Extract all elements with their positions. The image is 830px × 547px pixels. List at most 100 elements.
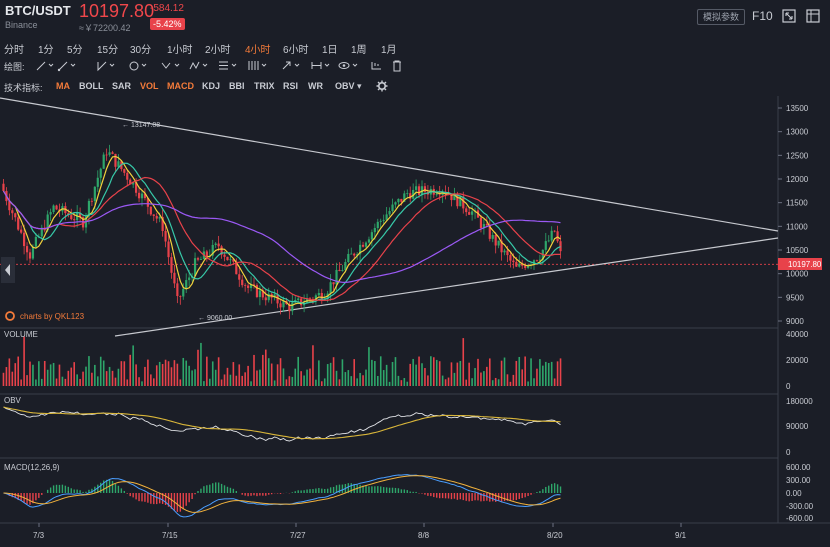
obv-title: OBV [4, 396, 22, 405]
macd-hist-bar [185, 493, 187, 506]
candle-body [31, 246, 35, 259]
indicator-tab-4[interactable]: MACD [167, 81, 194, 91]
candle-body [417, 186, 421, 195]
obv-tick-label: 180000 [786, 397, 813, 406]
period-tab-1[interactable]: 1分 [38, 41, 54, 56]
macd-hist-bar [209, 484, 211, 493]
macd-hist-bar [144, 493, 146, 502]
period-tab-7[interactable]: 4小时 [245, 41, 271, 56]
volume-bar [376, 375, 379, 386]
expand-icon[interactable] [782, 9, 796, 23]
pattern-tool-icon[interactable] [188, 59, 210, 72]
macd-hist-bar [206, 485, 208, 493]
measure-tool-icon[interactable] [310, 59, 332, 72]
header: BTC/USDT Binance 10197.80 ≈￥72200.42 -58… [0, 0, 830, 36]
indicator-tab-7[interactable]: TRIX [254, 81, 275, 91]
screenshot-icon[interactable] [806, 9, 820, 23]
macd-hist-bar [441, 493, 444, 499]
y-tick-label: 11500 [786, 199, 808, 208]
macd-hist-bar [539, 491, 541, 493]
volume-bar [488, 358, 491, 386]
candle-body [217, 243, 220, 247]
last-price-tag-text: 10197.80 [788, 260, 822, 269]
macd-hist-bar [406, 490, 408, 493]
volume-bar [276, 364, 279, 386]
period-tab-4[interactable]: 30分 [130, 41, 151, 56]
candle-body [55, 205, 58, 210]
magnet-tool-icon[interactable] [369, 59, 391, 72]
period-tab-8[interactable]: 6小时 [283, 41, 309, 56]
indicator-tab-9[interactable]: WR [308, 81, 323, 91]
macd-hist-bar [556, 484, 559, 493]
macd-hist-bar [212, 483, 214, 493]
volume-bar [85, 366, 87, 386]
macd-hist-bar [85, 491, 87, 493]
indicator-tab-5[interactable]: KDJ [202, 81, 220, 91]
macd-hist-bar [341, 484, 344, 493]
period-tab-2[interactable]: 5分 [67, 41, 83, 56]
indicator-tab-0[interactable]: MA [56, 81, 70, 91]
pair-title[interactable]: BTC/USDT [5, 3, 71, 18]
macd-hist-bar [438, 493, 441, 499]
ray-tool-icon[interactable] [56, 59, 78, 72]
candle-body [123, 169, 126, 173]
period-tab-11[interactable]: 1月 [381, 41, 397, 56]
volume-bar [194, 369, 196, 386]
candle-body [188, 277, 191, 281]
candle-body [559, 241, 562, 252]
macd-hist-bar [297, 490, 299, 493]
indicator-tab-2[interactable]: SAR [112, 81, 131, 91]
f10-button[interactable]: F10 [752, 9, 773, 23]
kline-chart[interactable]: 13500 13000 12500 12000 11500 11000 10500 10000… [0, 96, 830, 547]
volume-bar [406, 381, 409, 386]
macd-hist-bar [444, 493, 447, 499]
indicator-tab-6[interactable]: BBI [229, 81, 245, 91]
gear-icon[interactable] [376, 80, 388, 92]
channel-tool-icon[interactable] [95, 59, 117, 72]
macd-hist-bar [427, 493, 429, 496]
trash-icon[interactable] [390, 59, 412, 72]
path-tool-icon[interactable] [160, 59, 182, 72]
period-tab-6[interactable]: 2小时 [205, 41, 231, 56]
indicator-tab-10[interactable]: OBV ▾ [335, 81, 362, 92]
period-tab-9[interactable]: 1日 [322, 41, 338, 56]
visibility-tool-icon[interactable] [338, 59, 360, 72]
volume-bar [353, 359, 356, 386]
circle-tool-icon[interactable] [127, 59, 149, 72]
period-tab-0[interactable]: 分时 [4, 41, 24, 56]
volume-bar [438, 361, 441, 386]
macd-hist-bar [220, 483, 223, 493]
volume-bar [58, 364, 61, 386]
volume-bar [556, 361, 559, 386]
macd-hist-bar [550, 483, 553, 493]
fibonacci-tool-icon[interactable] [217, 59, 239, 72]
gann-tool-icon[interactable] [247, 59, 269, 72]
volume-bar [32, 364, 34, 386]
candle-body [497, 240, 500, 246]
volume-bar [76, 374, 78, 386]
watermark-text: charts by QKL123 [20, 312, 85, 321]
macd-hist-bar [76, 489, 78, 493]
volume-bar [8, 358, 11, 386]
macd-hist-bar [270, 493, 273, 495]
macd-hist-bar [114, 483, 117, 493]
candle-body [241, 279, 244, 286]
arrow-tool-icon[interactable] [280, 59, 302, 72]
candle-body [471, 211, 474, 215]
y-tick-label: 13000 [786, 128, 809, 137]
candle-body [23, 232, 26, 247]
candle-body [11, 210, 14, 214]
macd-hist-bar [73, 489, 75, 493]
period-tab-3[interactable]: 15分 [97, 41, 118, 56]
indicator-tab-3[interactable]: VOL [140, 81, 159, 91]
indicator-tab-1[interactable]: BOLL [79, 81, 104, 91]
line-tool-icon[interactable] [34, 59, 56, 72]
macd-hist-bar [111, 480, 114, 493]
period-tab-5[interactable]: 1小时 [167, 41, 193, 56]
param-button[interactable]: 模拟参数 [697, 9, 745, 25]
volume-bar [185, 360, 188, 386]
volume-bar [35, 379, 37, 386]
candle-body [376, 221, 379, 229]
period-tab-10[interactable]: 1周 [351, 41, 367, 56]
indicator-tab-8[interactable]: RSI [283, 81, 298, 91]
